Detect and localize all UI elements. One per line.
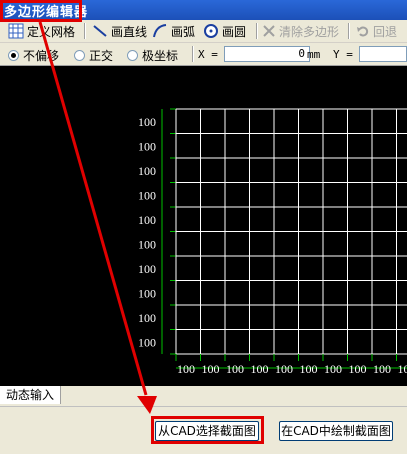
ortho-label: 正交 [89,47,113,64]
ortho-radio[interactable]: 正交 [74,47,113,64]
col-label: 100 [177,362,195,376]
radio-dot [74,50,85,61]
toolbar-separator [84,23,86,39]
define-grid-label: 定义网格 [27,23,75,40]
clear-polygon-label: 清除多边形 [279,23,339,40]
radio-dot [127,50,138,61]
row-label: 100 [138,140,156,154]
close-icon [262,24,276,38]
draw-in-cad-button[interactable]: 在CAD中绘制截面图 [279,421,393,441]
draw-circle-label: 画圆 [222,23,246,40]
row-label: 100 [138,311,156,325]
snap-toolbar: 不偏移 正交 极坐标 X = 0 mm Y = [0,43,407,66]
polar-label: 极坐标 [142,47,178,64]
col-label: 100 [300,362,318,376]
draw-circle-button[interactable]: 画圆 [203,22,246,40]
row-label: 100 [138,262,156,276]
draw-line-label: 画直线 [111,23,147,40]
drawing-canvas[interactable]: 100 100 100 100 100 100 100 100 100 100 100 100 100 1… [0,66,407,386]
highlight-box-title [0,0,82,22]
status-bar: 动态输入 [0,386,407,406]
undo-icon [356,24,370,38]
clear-polygon-button[interactable]: 清除多边形 [262,22,339,40]
y-label: Y = [333,48,353,61]
row-label: 100 [138,115,156,129]
line-icon [92,23,108,39]
x-label: X = [198,48,218,61]
define-grid-button[interactable]: 定义网格 [8,22,75,40]
drawing-toolbar: 定义网格 画直线 画弧 画圆 清除多边形 回退 [0,20,407,43]
undo-label: 回退 [373,23,397,40]
col-label: 100 [324,362,342,376]
row-label: 100 [138,164,156,178]
toolbar-separator [192,46,194,62]
row-label: 100 [138,287,156,301]
grid-icon [8,23,24,39]
col-label: 100 [398,362,407,376]
row-label: 100 [138,213,156,227]
no-offset-radio[interactable]: 不偏移 [8,47,59,64]
col-label: 100 [373,362,391,376]
row-label: 100 [138,238,156,252]
unit-label: mm [307,48,320,61]
col-label: 100 [226,362,244,376]
toolbar-separator [348,23,350,39]
circle-icon [203,23,219,39]
col-label: 100 [275,362,293,376]
y-coordinate-input[interactable] [359,46,407,62]
polar-radio[interactable]: 极坐标 [127,47,178,64]
col-label: 100 [349,362,367,376]
row-label: 100 [138,189,156,203]
x-coordinate-input[interactable]: 0 [224,46,310,62]
grid: 100 100 100 100 100 100 100 100 100 100 100 100 100 1… [0,66,407,386]
no-offset-label: 不偏移 [23,47,59,64]
col-label: 100 [251,362,269,376]
draw-arc-label: 画弧 [171,23,195,40]
row-label: 100 [138,336,156,350]
radio-dot-selected [8,50,19,61]
draw-line-button[interactable]: 画直线 [92,22,147,40]
undo-button[interactable]: 回退 [356,22,397,40]
toolbar-separator [256,23,258,39]
highlight-box-button [151,416,264,444]
dynamic-input-tab[interactable]: 动态输入 [0,386,61,404]
col-label: 100 [202,362,220,376]
arc-icon [152,23,168,39]
draw-arc-button[interactable]: 画弧 [152,22,195,40]
